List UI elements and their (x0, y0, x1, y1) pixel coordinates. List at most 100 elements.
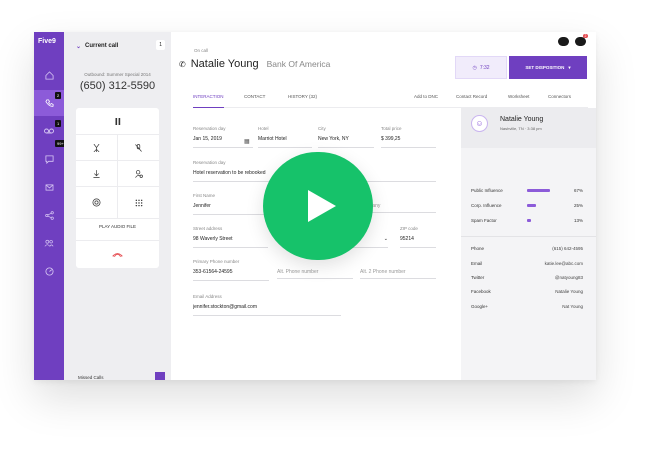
metric-bar (527, 219, 532, 222)
contact-header: ✆ Natalie Young Bank Of America (179, 58, 330, 70)
hangup-icon (112, 253, 123, 257)
share-icon (44, 210, 54, 220)
tab-contact[interactable]: CONTACT (244, 94, 265, 108)
street-address-field[interactable]: Street address 98 Waverly Street (193, 226, 268, 248)
email-field[interactable]: Email Address jennifer.stockton@gmail.co… (193, 294, 341, 316)
total-price-value: $ 399,25 (381, 136, 436, 148)
play-icon (308, 190, 336, 222)
caller-phone: (650) 312-5590 (79, 80, 156, 92)
profile-header: ☺ Natalie Young Nashville, TN · 3:38 pm (461, 108, 596, 148)
dialpad-button[interactable] (117, 186, 159, 218)
current-call-header[interactable]: ⌄ Current call 1 (64, 32, 171, 60)
zip-code-value: 95214 (400, 236, 436, 248)
record-button[interactable] (76, 186, 117, 218)
alt-phone-2-field[interactable]: Alt. 2 Phone number (360, 259, 436, 279)
divider (461, 236, 596, 237)
play-video-button[interactable] (263, 152, 373, 260)
nav-phone[interactable]: 2 (34, 90, 64, 116)
merge-icon (93, 143, 100, 152)
phone-icon (44, 98, 54, 107)
total-price-field[interactable]: Total price $ 399,25 (381, 126, 436, 148)
pause-button[interactable] (76, 108, 159, 134)
nav-chat[interactable]: 99+ (34, 140, 66, 172)
primary-phone-value: 353-61564-24595 (193, 269, 269, 281)
main-content: On call ✆ Natalie Young Bank Of America … (171, 32, 596, 380)
record-icon (92, 198, 101, 207)
top-icons: 2 (558, 34, 588, 46)
tab-history[interactable]: HISTORY (32) (288, 94, 317, 108)
campaign-label: Outbound: Summer Special 2014 (84, 72, 151, 77)
current-call-title: Current call (85, 43, 119, 49)
nav-share[interactable] (34, 202, 64, 228)
contact-name: Natalie Young (190, 58, 259, 70)
alt-phone-2-placeholder: Alt. 2 Phone number (360, 269, 436, 279)
nav-email[interactable] (34, 174, 64, 200)
alt-phone-field[interactable]: Alt. Phone number (277, 259, 353, 279)
city-value: New York, NY (318, 136, 374, 148)
play-audio-file-button[interactable]: PLAY AUDIO FILE (76, 218, 159, 240)
calendar-icon[interactable]: ▦ (244, 138, 250, 145)
metric-bar (527, 189, 550, 192)
street-address-value: 98 Waverly Street (193, 236, 268, 248)
call-timer: ◷ 7:32 (455, 56, 507, 79)
chevron-down-icon: ⌄ (383, 236, 388, 242)
left-nav: Five9 2 1 99+ (34, 32, 66, 380)
mail-icon (45, 183, 53, 191)
park-button[interactable] (76, 160, 117, 186)
hotel-field[interactable]: Hotel Marriot Hotel (258, 126, 312, 148)
add-to-dnc-link[interactable]: Add to DNC (414, 94, 438, 108)
set-disposition-button[interactable]: SET DISPOSITION ▾ (509, 56, 587, 79)
detail-facebook[interactable]: Facebook Natalie Young (471, 289, 583, 294)
nav-contacts[interactable] (34, 230, 64, 256)
contact-profile-panel: ☺ Natalie Young Nashville, TN · 3:38 pm … (461, 108, 596, 380)
missed-calls-label: Missed Calls (78, 375, 104, 380)
current-call-panel: ⌄ Current call 1 Outbound: Summer Specia… (64, 32, 171, 380)
record-tabs: INTERACTION CONTACT HISTORY (32) Add to … (193, 94, 588, 108)
five9-logo: Five9 (38, 38, 56, 45)
profile-location: Nashville, TN · 3:38 pm (500, 126, 542, 131)
missed-calls-section[interactable]: Missed Calls (64, 372, 171, 380)
detail-email[interactable]: Email katie.lee@abc.com (471, 261, 583, 266)
primary-phone-field[interactable]: Primary Phone number 353-61564-24595 (193, 259, 269, 281)
add-participant-button[interactable] (117, 160, 159, 186)
voicemail-icon (44, 128, 54, 134)
clock-icon: ◷ (472, 64, 477, 71)
nav-home[interactable] (34, 62, 64, 88)
pause-icon (115, 117, 120, 125)
nav-dashboard[interactable] (34, 258, 64, 284)
call-status: On call (194, 48, 209, 53)
zip-code-field[interactable]: ZIP code 95214 (400, 226, 436, 248)
email-value: jennifer.stockton@gmail.com (193, 304, 341, 316)
tab-interaction[interactable]: INTERACTION (193, 94, 224, 108)
home-icon (44, 70, 54, 80)
chevron-down-icon: ⌄ (76, 43, 82, 50)
detail-google-plus[interactable]: Google+ Nat Young (471, 304, 583, 309)
city-field[interactable]: City New York, NY (318, 126, 374, 148)
dialpad-icon (135, 199, 142, 206)
chat-bubble-icon[interactable] (558, 37, 569, 46)
profile-name: Natalie Young (500, 116, 544, 123)
hotel-value: Marriot Hotel (258, 136, 312, 148)
alt-phone-placeholder: Alt. Phone number (277, 269, 353, 279)
user-settings-icon (134, 169, 143, 178)
worksheet-link[interactable]: Worksheet (508, 94, 529, 108)
detail-twitter[interactable]: Twitter @natyoung83 (471, 275, 583, 280)
notifications-icon[interactable]: 2 (575, 34, 588, 46)
connectors-link[interactable]: Connectors (548, 94, 571, 108)
voicemail-badge: 1 (55, 120, 62, 127)
mute-button[interactable] (117, 134, 159, 160)
metric-bar (527, 204, 536, 207)
contact-record-link[interactable]: Contact Record (456, 94, 487, 108)
metric-corp-influence: Corp. Influence 25% (471, 203, 583, 208)
detail-phone: Phone (615) 642-4595 (471, 246, 583, 251)
call-timer-value: 7:32 (479, 64, 490, 71)
metric-spam-factor: Spam Factor 13% (471, 218, 583, 223)
users-icon (44, 239, 54, 247)
hangup-button[interactable] (76, 240, 159, 268)
phone-badge: 2 (55, 92, 62, 99)
contact-company: Bank Of America (266, 59, 331, 69)
download-icon (93, 169, 100, 178)
avatar: ☺ (471, 115, 488, 132)
merge-button[interactable] (76, 134, 117, 160)
notifications-badge: 2 (583, 34, 588, 38)
